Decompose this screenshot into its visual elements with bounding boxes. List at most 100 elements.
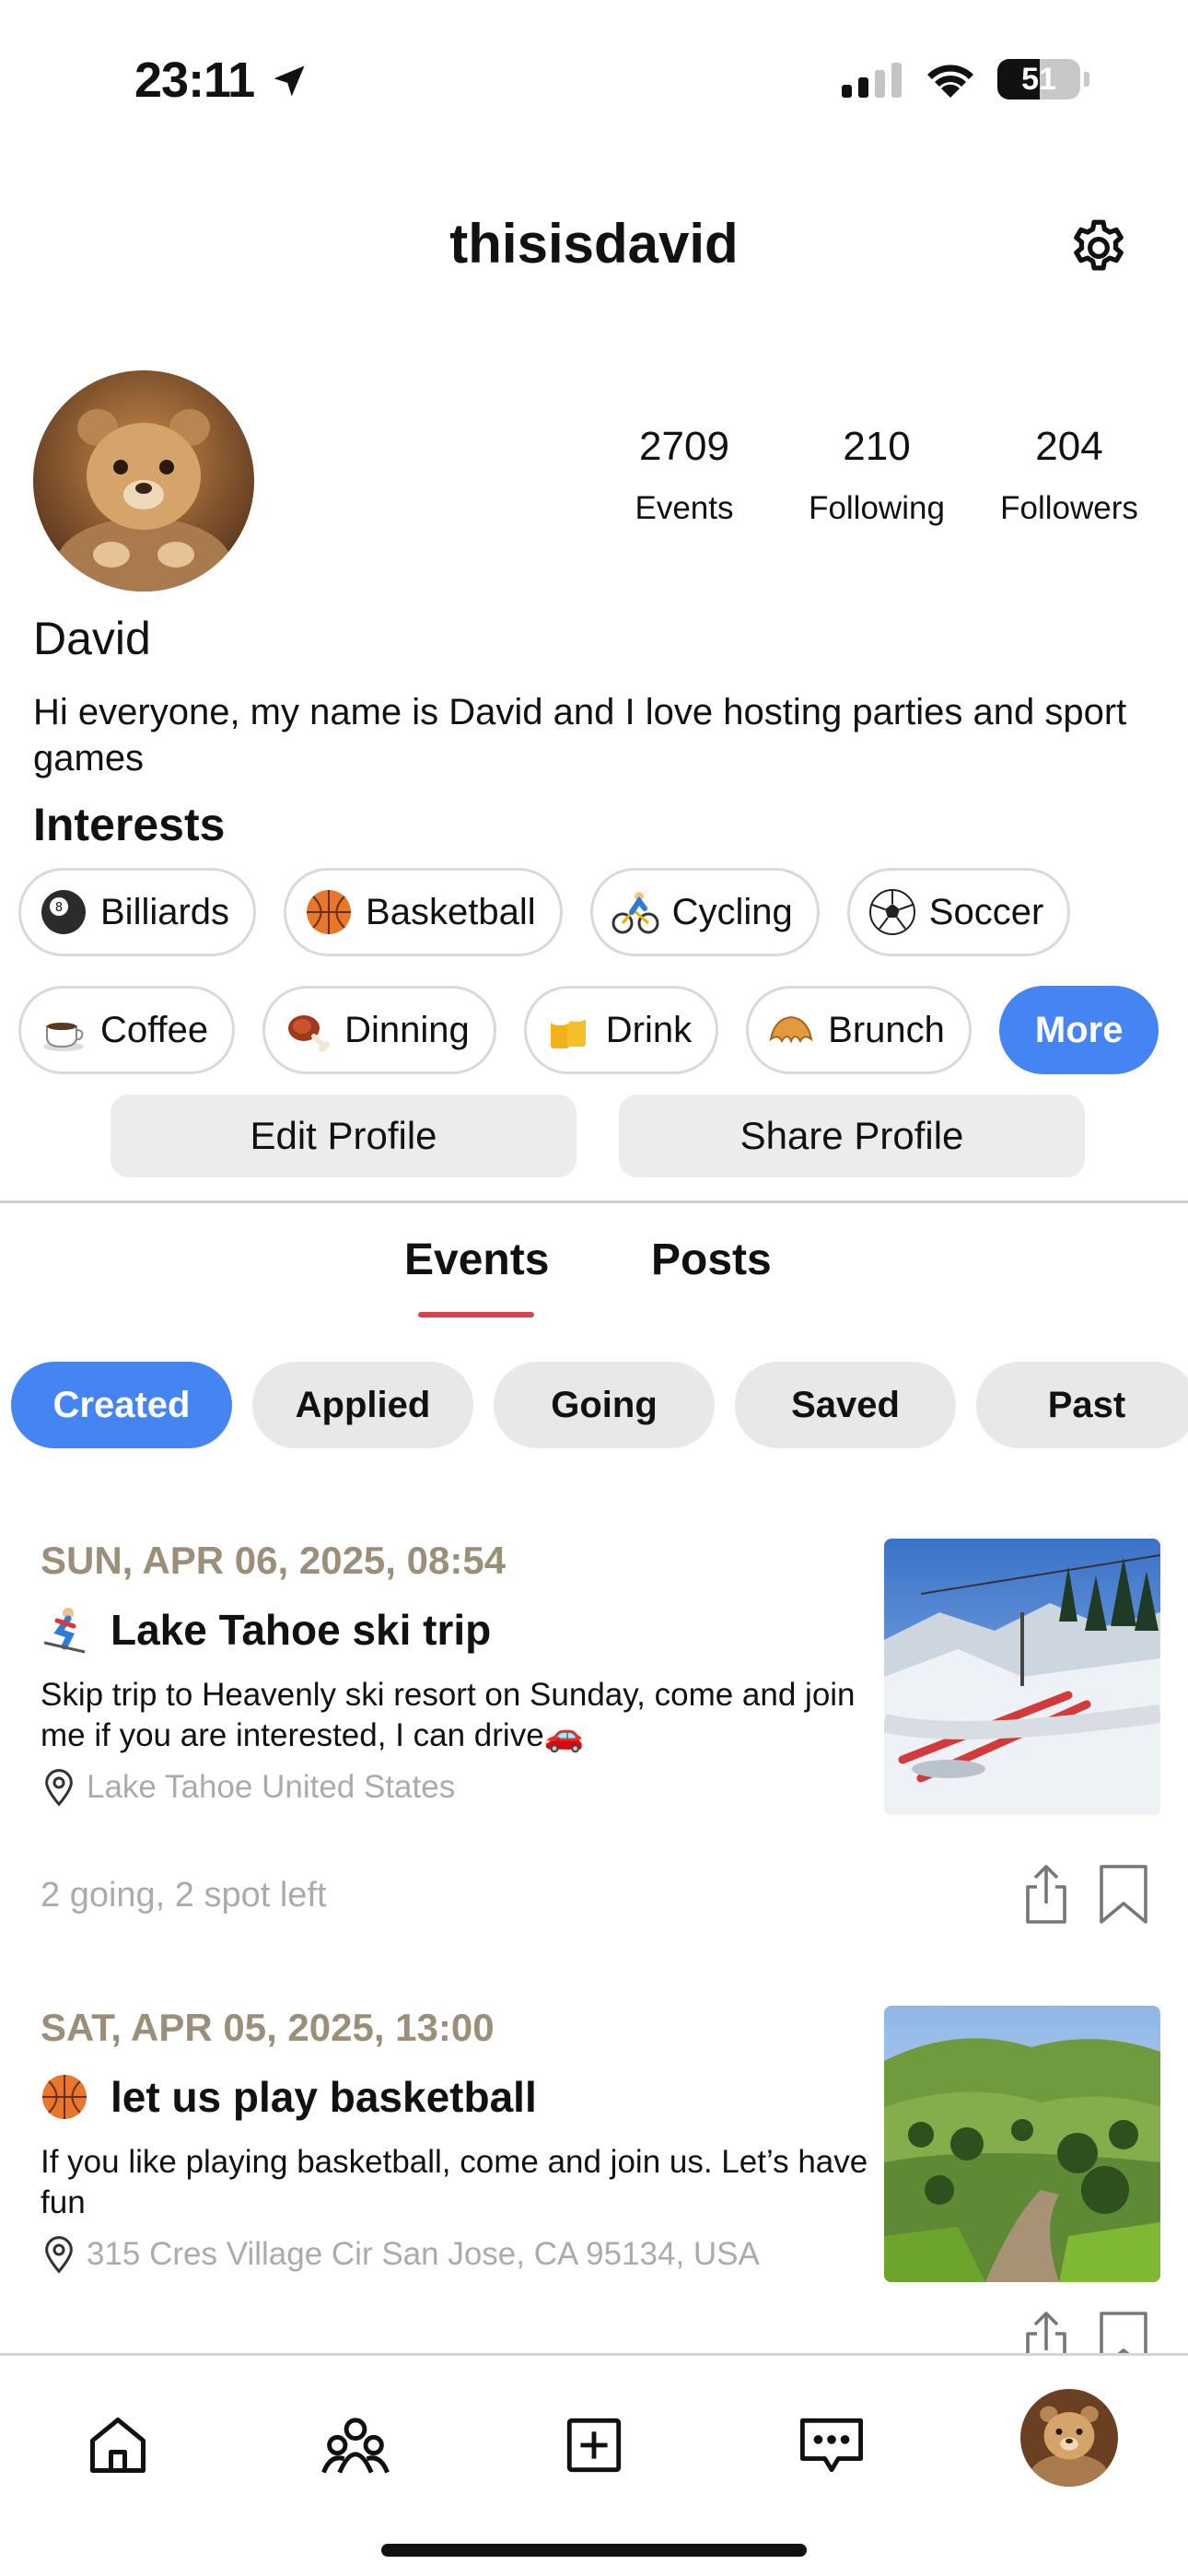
event-actions — [1020, 1863, 1151, 1926]
soccer-ball-icon — [868, 889, 915, 935]
battery-level: 51 — [1021, 61, 1056, 97]
event-date: SAT, APR 05, 2025, 13:00 — [41, 2006, 495, 2049]
profile-username: thisisdavid — [449, 213, 739, 275]
chip-label: Dinning — [344, 1009, 470, 1050]
green-hills-photo — [884, 2006, 1160, 2282]
event-title-row: Lake Tahoe ski trip — [41, 1605, 491, 1655]
profile-display-name: David — [33, 613, 151, 664]
stat-following[interactable]: 210 Following — [785, 424, 969, 527]
event-card[interactable]: SUN, APR 06, 2025, 08:54 Lake Tahoe ski … — [0, 1539, 1188, 1926]
meat-icon — [288, 1015, 331, 1052]
stat-events[interactable]: 2709 Events — [592, 424, 776, 527]
basketball-icon — [307, 890, 352, 934]
nav-messages[interactable] — [790, 2404, 873, 2487]
bookmark-icon[interactable] — [1096, 1863, 1151, 1926]
event-location: 315 Cres Village Cir San Jose, CA 95134,… — [41, 2234, 760, 2275]
divider — [0, 1200, 1188, 1203]
stat-label: Following — [809, 490, 945, 526]
chip-label: Soccer — [928, 891, 1044, 932]
lion-cub-photo — [33, 370, 254, 591]
stat-value: 2709 — [639, 424, 729, 469]
add-square-icon — [566, 2418, 622, 2473]
filter-applied[interactable]: Applied — [252, 1362, 473, 1448]
event-image[interactable] — [884, 1539, 1160, 1815]
status-time: 23:11 — [134, 53, 255, 108]
chip-label: Basketball — [366, 891, 536, 932]
bottom-tab-bar — [0, 2353, 1188, 2576]
tab-posts[interactable]: Posts — [651, 1235, 772, 1285]
cyclist-icon — [611, 892, 659, 934]
chip-label: Coffee — [100, 1009, 209, 1050]
cellular-signal-icon — [842, 61, 902, 98]
battery-cap — [1084, 72, 1089, 87]
profile-avatar[interactable] — [33, 370, 254, 591]
people-icon — [321, 2418, 390, 2474]
stat-followers[interactable]: 204 Followers — [977, 424, 1161, 527]
wifi-icon — [927, 64, 973, 98]
home-icon — [90, 2418, 146, 2473]
basketball-icon — [42, 2075, 87, 2119]
nav-create[interactable] — [553, 2404, 635, 2487]
event-filters: Created Applied Going Saved Past — [11, 1362, 1188, 1448]
stat-label: Followers — [1000, 490, 1138, 526]
profile-bio: Hi everyone, my name is David and I love… — [33, 692, 1127, 779]
event-title: let us play basketball — [111, 2073, 537, 2121]
tab-events[interactable]: Events — [404, 1235, 549, 1285]
interest-chip-dinning[interactable]: Dinning — [262, 986, 496, 1074]
billiard-ball-icon: 8 — [41, 890, 86, 934]
location-pin-icon — [45, 1769, 73, 1807]
chat-icon — [800, 2418, 863, 2473]
coffee-icon — [43, 1023, 84, 1051]
chip-label: Cycling — [671, 891, 793, 932]
chip-label: Billiards — [100, 891, 230, 932]
chip-label: Drink — [605, 1009, 693, 1050]
chip-label: Brunch — [828, 1009, 945, 1050]
interest-chip-brunch[interactable]: Brunch — [746, 986, 972, 1074]
share-icon[interactable] — [1020, 1863, 1072, 1926]
filter-saved[interactable]: Saved — [735, 1362, 956, 1448]
event-description: If you like playing basketball, come and… — [41, 2144, 868, 2220]
svg-text:8: 8 — [55, 901, 63, 915]
croissant-icon — [769, 1015, 813, 1044]
interests-heading: Interests — [33, 799, 226, 850]
interest-chip-cycling[interactable]: Cycling — [589, 868, 820, 956]
more-interests-button[interactable]: More — [998, 986, 1159, 1074]
interests-row: Coffee Dinning Drink Brunch More — [18, 986, 1159, 1074]
location-arrow-icon — [274, 65, 305, 97]
home-indicator — [381, 2544, 807, 2557]
filter-going[interactable]: Going — [494, 1362, 715, 1448]
nav-home[interactable] — [76, 2404, 159, 2487]
profile-actions: Edit Profile Share Profile — [111, 1095, 1085, 1177]
status-bar: 23:11 51 — [0, 0, 1188, 157]
ski-slope-photo — [884, 1539, 1160, 1815]
gear-icon[interactable] — [1066, 216, 1131, 280]
filter-past[interactable]: Past — [976, 1362, 1188, 1448]
filter-created[interactable]: Created — [11, 1362, 232, 1448]
interest-chip-coffee[interactable]: Coffee — [18, 986, 236, 1074]
event-title: Lake Tahoe ski trip — [111, 1606, 492, 1654]
event-location: Lake Tahoe United States — [41, 1767, 455, 1808]
interests-row: 8 Billiards Basketball Cycling Soccer — [18, 868, 1071, 956]
event-date: SUN, APR 06, 2025, 08:54 — [41, 1539, 507, 1582]
interest-chip-soccer[interactable]: Soccer — [846, 868, 1071, 956]
event-location-text: 315 Cres Village Cir San Jose, CA 95134,… — [87, 2236, 760, 2272]
beer-icon — [549, 1013, 587, 1048]
nav-community[interactable] — [314, 2404, 397, 2487]
interest-chip-drink[interactable]: Drink — [523, 986, 719, 1074]
event-title-row: let us play basketball — [41, 2072, 537, 2122]
share-profile-button[interactable]: Share Profile — [619, 1095, 1085, 1177]
battery-icon: 51 — [997, 59, 1080, 100]
active-tab-indicator — [418, 1312, 534, 1317]
event-description: Skip trip to Heavenly ski resort on Sund… — [41, 1677, 856, 1753]
lion-cub-photo — [1020, 2389, 1118, 2487]
stat-value: 204 — [1035, 424, 1103, 469]
event-image[interactable] — [884, 2006, 1160, 2282]
stat-value: 210 — [843, 424, 911, 469]
nav-profile-avatar[interactable] — [1020, 2389, 1118, 2487]
edit-profile-button[interactable]: Edit Profile — [111, 1095, 577, 1177]
event-location-text: Lake Tahoe United States — [87, 1769, 456, 1805]
skier-icon — [43, 1608, 86, 1654]
interest-chip-billiards[interactable]: 8 Billiards — [18, 868, 257, 956]
interest-chip-basketball[interactable]: Basketball — [284, 868, 563, 956]
event-card[interactable]: SAT, APR 05, 2025, 13:00 let us play bas… — [0, 2006, 1188, 2371]
